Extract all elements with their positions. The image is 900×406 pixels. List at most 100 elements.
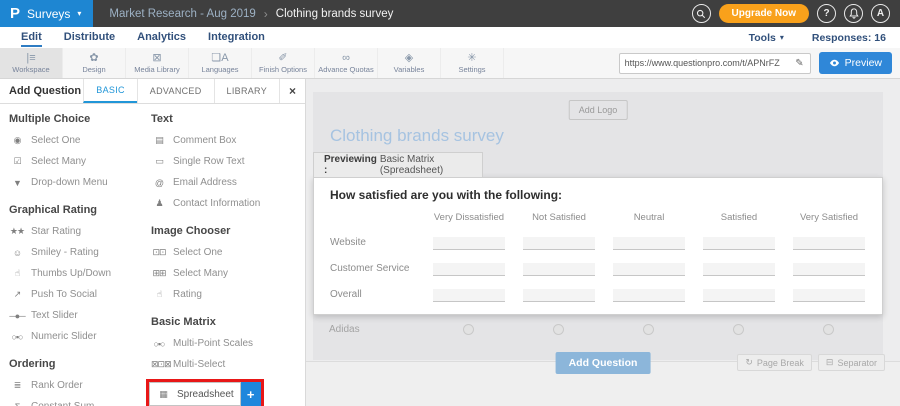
matrix-corner <box>330 206 424 230</box>
question-type-label: Select One <box>31 135 80 146</box>
radio-button[interactable] <box>553 324 564 335</box>
survey-title[interactable]: Clothing brands survey <box>330 126 504 146</box>
matrix-cell-input[interactable] <box>613 263 685 276</box>
matrix-cell-input[interactable] <box>523 263 595 276</box>
question-type-multi-point-scales[interactable]: ○▪○Multi-Point Scales <box>151 333 303 354</box>
radio-button[interactable] <box>643 324 654 335</box>
panel-tab-library[interactable]: LIBRARY <box>214 79 279 103</box>
section-title-multiple-choice: Multiple Choice <box>9 113 143 125</box>
question-type-single-row-text[interactable]: ▭Single Row Text <box>151 151 303 172</box>
breadcrumb: Market Research - Aug 2019 › Clothing br… <box>109 7 393 21</box>
question-type-star-rating[interactable]: ★★Star Rating <box>9 221 143 242</box>
menu-item-analytics[interactable]: Analytics <box>137 28 186 47</box>
matrix-cell-input[interactable] <box>433 237 505 250</box>
question-type-rank-order[interactable]: ≣Rank Order <box>9 375 143 396</box>
separator-button[interactable]: ⊟ Separator <box>818 354 885 371</box>
panel-tab-advanced[interactable]: ADVANCED <box>137 79 214 103</box>
matrix-cell-input[interactable] <box>703 263 775 276</box>
close-panel-button[interactable]: × <box>279 79 305 103</box>
matrix-cell-input[interactable] <box>613 237 685 250</box>
matrix-cell-input[interactable] <box>433 289 505 302</box>
question-type-label: Rank Order <box>31 380 83 391</box>
question-type-spreadsheet[interactable]: ▦Spreadsheet <box>149 382 241 406</box>
question-type-thumbs-up-down[interactable]: ☝Thumbs Up/Down <box>9 263 143 284</box>
panel-column-left: Multiple Choice ◉ Select One ☑Select Many▼D… <box>9 111 143 406</box>
question-type-label: Rating <box>173 289 202 300</box>
notifications-button[interactable] <box>844 4 863 23</box>
question-type-smiley-rating[interactable]: ☺Smiley - Rating <box>9 242 143 263</box>
toolbar-tab-media-library[interactable]: ⊠Media Library <box>126 48 189 78</box>
matrix-cell <box>694 256 784 282</box>
toolbar-tab-finish-options[interactable]: ✐Finish Options <box>252 48 315 78</box>
matrix-cell-input[interactable] <box>793 237 865 250</box>
question-type-constant-sum[interactable]: ΣConstant Sum <box>9 396 143 406</box>
grayed-survey-row: Adidas <box>329 319 873 339</box>
breadcrumb-folder[interactable]: Market Research - Aug 2019 <box>109 8 255 20</box>
radio-button[interactable] <box>733 324 744 335</box>
question-type-multi-select[interactable]: ⊠⊡⊠Multi-Select <box>151 354 303 375</box>
matrix-cell-input[interactable] <box>523 237 595 250</box>
tools-menu[interactable]: Tools ▾ <box>749 32 784 44</box>
edit-url-pencil-icon[interactable]: ✎ <box>789 58 809 69</box>
panel-tab-basic[interactable]: BASIC <box>83 79 137 103</box>
page-break-icon: ↻ <box>745 357 753 368</box>
matrix-cell <box>694 282 784 308</box>
toolbar-tab-advance-quotas[interactable]: ∞Advance Quotas <box>315 48 378 78</box>
section-title-text: Text <box>151 113 303 125</box>
menu-item-integration[interactable]: Integration <box>208 28 265 47</box>
preview-label: Preview <box>845 57 882 69</box>
matrix-cell-input[interactable] <box>613 289 685 302</box>
toolbar-tab-workspace[interactable]: |≡Workspace <box>0 48 63 78</box>
search-button[interactable] <box>692 4 711 23</box>
toolbar-tab-variables[interactable]: ◈Variables <box>378 48 441 78</box>
matrix-cell-input[interactable] <box>793 263 865 276</box>
matrix-cell-input[interactable] <box>703 289 775 302</box>
question-type-contact-information[interactable]: ♟Contact Information <box>151 193 303 214</box>
toolbar-tab-design[interactable]: ✿Design <box>63 48 126 78</box>
radio-button[interactable] <box>823 324 834 335</box>
question-type-select-one[interactable]: ◉ Select One <box>9 130 143 151</box>
panel-title: Add Question <box>0 79 83 103</box>
toolbar-tab-languages[interactable]: ❏ALanguages <box>189 48 252 78</box>
preview-button[interactable]: Preview <box>819 52 892 74</box>
question-type-label: Push To Social <box>31 289 97 300</box>
image-rating-icon: ☝ <box>151 289 167 300</box>
page-break-button[interactable]: ↻ Page Break <box>737 354 812 371</box>
matrix-cell-input[interactable] <box>523 289 595 302</box>
matrix-cell-input[interactable] <box>703 237 775 250</box>
account-avatar[interactable]: A <box>871 4 890 23</box>
question-type-text-slider[interactable]: ─●─Text Slider <box>9 305 143 326</box>
responses-count[interactable]: Responses: 16 <box>812 32 886 44</box>
question-type-drop-down-menu[interactable]: ▼Drop-down Menu <box>9 172 143 193</box>
matrix-cell-input[interactable] <box>433 263 505 276</box>
question-type-label: Drop-down Menu <box>31 177 108 188</box>
add-question-button[interactable]: Add Question <box>556 352 651 374</box>
email-at-icon: @ <box>151 178 167 188</box>
question-type-rating[interactable]: ☝ Rating <box>151 284 303 305</box>
previewing-type: Basic Matrix (Spreadsheet) <box>380 154 482 176</box>
toolbar-tab-settings[interactable]: ✳Settings <box>441 48 504 78</box>
upgrade-now-button[interactable]: Upgrade Now <box>719 4 809 23</box>
settings-gear-icon: ✳ <box>467 53 476 64</box>
question-type-label: Numeric Slider <box>31 331 97 342</box>
help-button[interactable]: ? <box>817 4 836 23</box>
surveys-product-menu[interactable]: P Surveys ▾ <box>0 0 93 27</box>
question-type-select-many[interactable]: ⊞⊞Select Many <box>151 263 303 284</box>
menu-item-distribute[interactable]: Distribute <box>64 28 115 47</box>
matrix-cell-input[interactable] <box>793 289 865 302</box>
question-type-select-one[interactable]: ⊡⊡Select One <box>151 242 303 263</box>
radio-button[interactable] <box>463 324 474 335</box>
question-type-label: Smiley - Rating <box>31 247 99 258</box>
topbar-actions: Upgrade Now ? A <box>692 4 900 23</box>
question-type-select-many[interactable]: ☑Select Many <box>9 151 143 172</box>
question-type-push-to-social[interactable]: ↗Push To Social <box>9 284 143 305</box>
question-type-email-address[interactable]: @Email Address <box>151 172 303 193</box>
survey-url-input[interactable] <box>620 58 790 68</box>
menu-item-edit[interactable]: Edit <box>21 28 42 47</box>
question-type-numeric-slider[interactable]: ○▪○Numeric Slider <box>9 326 143 347</box>
add-logo-button[interactable]: Add Logo <box>569 100 628 120</box>
matrix-column-header: Very Satisfied <box>784 206 874 230</box>
add-spreadsheet-button[interactable]: + <box>241 382 261 406</box>
question-type-comment-box[interactable]: ▤Comment Box <box>151 130 303 151</box>
radio-list-icon: ◉ <box>9 135 25 146</box>
